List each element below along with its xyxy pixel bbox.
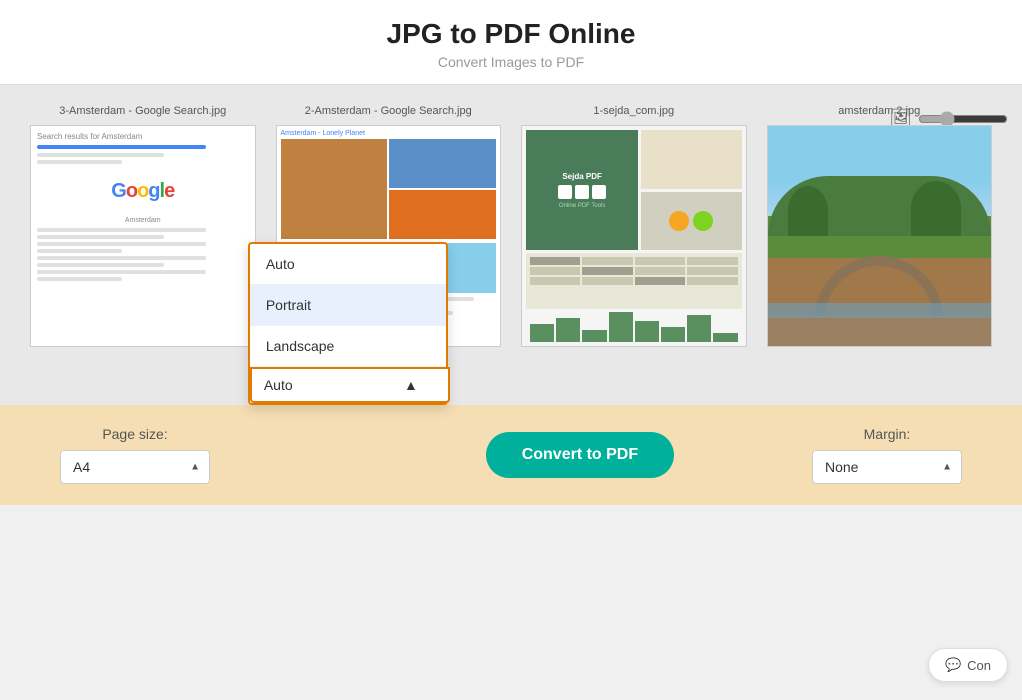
image-card: amsterdam 2.jpg: [767, 105, 993, 347]
header: JPG to PDF Online Convert Images to PDF: [0, 0, 1022, 85]
convert-button[interactable]: Convert to PDF: [486, 432, 674, 478]
image-card: 3-Amsterdam - Google Search.jpg Search r…: [30, 105, 256, 347]
image-label: 2-Amsterdam - Google Search.jpg: [276, 105, 502, 117]
chat-icon: 💬: [945, 657, 961, 673]
page-size-group: Page size: A4 A3 Letter Legal ▲: [60, 426, 210, 484]
image-card: 1-sejda_com.jpg Sejda PDF Online PDF Too…: [521, 105, 747, 347]
page-size-label: Page size:: [102, 426, 167, 442]
page-size-select-wrapper: A4 A3 Letter Legal ▲: [60, 450, 210, 484]
convert-area: Convert to PDF: [486, 432, 674, 478]
contact-label: Con: [967, 658, 991, 673]
page-size-select[interactable]: A4 A3 Letter Legal: [60, 450, 210, 484]
image-label: 1-sejda_com.jpg: [521, 105, 747, 117]
orientation-select-box[interactable]: Auto ▲: [250, 367, 450, 403]
margin-select-wrapper: None Small Medium Large ▲: [812, 450, 962, 484]
image-preview: Search results for Amsterdam Google Amst…: [30, 125, 256, 347]
page-subtitle: Convert Images to PDF: [0, 54, 1022, 70]
orientation-option-portrait[interactable]: Portrait: [250, 285, 446, 326]
image-label: 3-Amsterdam - Google Search.jpg: [30, 105, 256, 117]
page-title: JPG to PDF Online: [0, 18, 1022, 50]
settings-bar: Page size: A4 A3 Letter Legal ▲ Auto Por…: [0, 405, 1022, 505]
image-grid: 3-Amsterdam - Google Search.jpg Search r…: [0, 85, 1022, 405]
margin-group: Margin: None Small Medium Large ▲: [812, 426, 962, 484]
chevron-up-icon: ▲: [404, 377, 418, 393]
orientation-current-value: Auto: [264, 377, 293, 393]
image-preview: [767, 125, 993, 347]
margin-select[interactable]: None Small Medium Large: [812, 450, 962, 484]
contact-button[interactable]: 💬 Con: [928, 648, 1008, 682]
orientation-option-landscape[interactable]: Landscape: [250, 326, 446, 367]
image-preview: Sejda PDF Online PDF Tools: [521, 125, 747, 347]
margin-label: Margin:: [864, 426, 911, 442]
orientation-dropdown: Auto Portrait Landscape Auto ▲: [248, 242, 448, 405]
orientation-option-auto[interactable]: Auto: [250, 244, 446, 285]
